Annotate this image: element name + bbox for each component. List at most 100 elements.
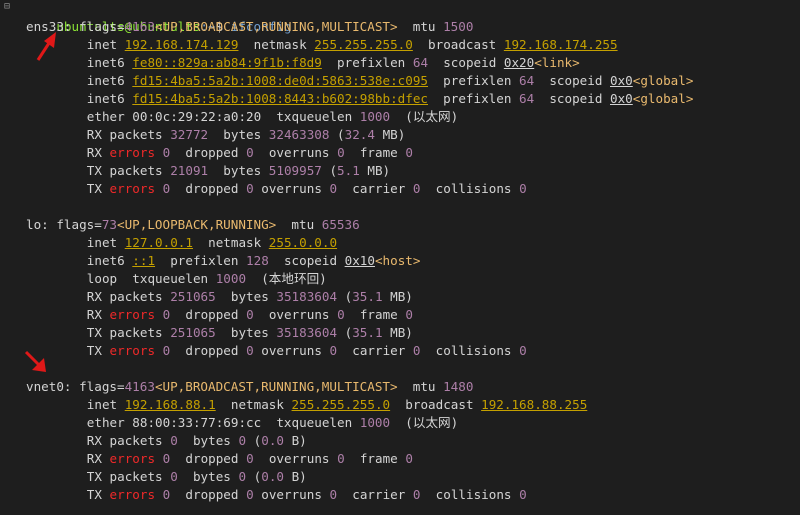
output-text: scopeid xyxy=(534,73,610,88)
interface-name: vnet0 xyxy=(26,379,64,394)
red-arrow-vnet0 xyxy=(24,350,46,372)
output-text: inet xyxy=(86,235,125,250)
numeric-value: 0 xyxy=(246,343,254,358)
numeric-value: 64 xyxy=(412,55,429,70)
numeric-value: 0 xyxy=(519,487,527,502)
output-text: ether 88:00:33:77:69:cc txqueuelen xyxy=(86,415,360,430)
output-text: carrier xyxy=(337,181,413,196)
red-arrow-ens33 xyxy=(36,32,56,61)
flag-list: <UP,LOOPBACK,RUNNING> xyxy=(117,217,277,232)
output-line: RX errors 0 dropped 0 overruns 0 frame 0 xyxy=(87,306,413,324)
numeric-value: 35183604 xyxy=(276,289,338,304)
output-text: dropped xyxy=(170,451,247,466)
output-text: TX xyxy=(86,487,110,502)
ip-address: fd15:4ba5:5a2b:1008:8443:b602:98bb:dfec xyxy=(132,91,428,106)
output-line: TX errors 0 dropped 0 overruns 0 carrier… xyxy=(87,180,527,198)
numeric-value: 64 xyxy=(519,73,535,88)
output-text: overruns xyxy=(253,487,330,502)
numeric-value: 0.0 xyxy=(261,469,284,484)
numeric-value: 1480 xyxy=(443,379,474,394)
output-text: prefixlen xyxy=(428,73,519,88)
numeric-value: 251065 xyxy=(170,325,216,340)
numeric-value: 4163 xyxy=(124,19,155,34)
output-line: RX packets 251065 bytes 35183604 (35.1 M… xyxy=(87,288,413,306)
numeric-value: 65536 xyxy=(321,217,360,232)
flag-list: <UP,BROADCAST,RUNNING,MULTICAST> xyxy=(154,379,398,394)
output-text: carrier xyxy=(337,487,413,502)
output-text: mtu xyxy=(397,19,444,34)
output-text: bytes xyxy=(215,289,277,304)
numeric-value: 32.4 xyxy=(344,127,375,142)
numeric-value: 0 xyxy=(238,433,247,448)
numeric-value: 0 xyxy=(337,307,345,322)
output-text: (本地环回) xyxy=(246,271,327,286)
output-text: ( xyxy=(246,433,262,448)
numeric-value: 0 xyxy=(405,145,413,160)
error-label: errors xyxy=(109,487,156,502)
output-text: MB) xyxy=(374,127,406,142)
scope-id: 0x0 xyxy=(610,91,633,106)
output-text: TX xyxy=(86,181,110,196)
prompt-collapse-marker: ⊟ xyxy=(4,1,11,12)
output-text: : flags= xyxy=(63,379,125,394)
output-text: scopeid xyxy=(534,91,610,106)
output-text: inet6 xyxy=(86,253,133,268)
numeric-value: 0 xyxy=(329,181,338,196)
error-label: errors xyxy=(109,451,156,466)
output-text: prefixlen xyxy=(155,253,247,268)
numeric-value: 0 xyxy=(246,181,254,196)
output-text: : flags= xyxy=(41,217,102,232)
numeric-value: 0 xyxy=(329,487,338,502)
output-text: ( xyxy=(329,127,345,142)
ip-address: 192.168.88.255 xyxy=(481,397,588,412)
output-text: collisions xyxy=(420,181,520,196)
output-text: RX packets xyxy=(86,127,171,142)
output-text: (以太网) xyxy=(390,415,459,430)
numeric-value: 0 xyxy=(337,451,345,466)
numeric-value: 32463308 xyxy=(268,127,330,142)
output-text: RX packets xyxy=(86,289,171,304)
output-text: dropped xyxy=(170,307,247,322)
ip-address: 255.0.0.0 xyxy=(268,235,338,250)
output-text: netmask xyxy=(192,235,269,250)
numeric-value: 0 xyxy=(170,433,178,448)
output-text: ( xyxy=(337,325,353,340)
scope-id: 0x0 xyxy=(610,73,633,88)
output-line: loop txqueuelen 1000 (本地环回) xyxy=(87,270,327,288)
output-line: TX packets 21091 bytes 5109957 (5.1 MB) xyxy=(87,162,390,180)
terminal-window[interactable]: ⊟ ubuntults@ubuntults:~$ ifconfig ens33:… xyxy=(0,0,800,515)
numeric-value: 64 xyxy=(519,91,535,106)
output-line: inet6 ::1 prefixlen 128 scopeid 0x10<hos… xyxy=(87,252,421,270)
output-line: inet 192.168.174.129 netmask 255.255.255… xyxy=(87,36,618,54)
numeric-value: 0 xyxy=(405,307,413,322)
numeric-value: 251065 xyxy=(170,289,216,304)
output-text: bytes xyxy=(208,163,269,178)
error-label: errors xyxy=(109,307,156,322)
output-text: scopeid xyxy=(268,253,345,268)
ip-address: fe80::829a:ab84:9f1b:f8d9 xyxy=(132,55,322,70)
output-text: bytes xyxy=(208,127,269,142)
output-line: RX packets 32772 bytes 32463308 (32.4 MB… xyxy=(87,126,406,144)
ip-address: ::1 xyxy=(132,253,156,268)
output-text: TX packets xyxy=(86,325,171,340)
output-text: overruns xyxy=(253,181,330,196)
ip-address: 192.168.88.1 xyxy=(124,397,216,412)
numeric-value: 1000 xyxy=(359,109,391,124)
output-line: inet 127.0.0.1 netmask 255.0.0.0 xyxy=(87,234,337,252)
output-text: mtu xyxy=(397,379,444,394)
output-text: broadcast xyxy=(390,397,482,412)
output-text: collisions xyxy=(420,487,520,502)
numeric-value: 5109957 xyxy=(268,163,322,178)
numeric-value: 21091 xyxy=(170,163,209,178)
numeric-value: 0 xyxy=(246,307,254,322)
output-text: (以太网) xyxy=(390,109,459,124)
output-text: TX packets xyxy=(86,163,171,178)
numeric-value: 0 xyxy=(519,343,527,358)
numeric-value: 0 xyxy=(337,145,345,160)
output-text: bytes xyxy=(177,469,239,484)
output-text: dropped xyxy=(170,343,247,358)
numeric-value: 35183604 xyxy=(276,325,338,340)
output-line: TX packets 251065 bytes 35183604 (35.1 M… xyxy=(87,324,413,342)
